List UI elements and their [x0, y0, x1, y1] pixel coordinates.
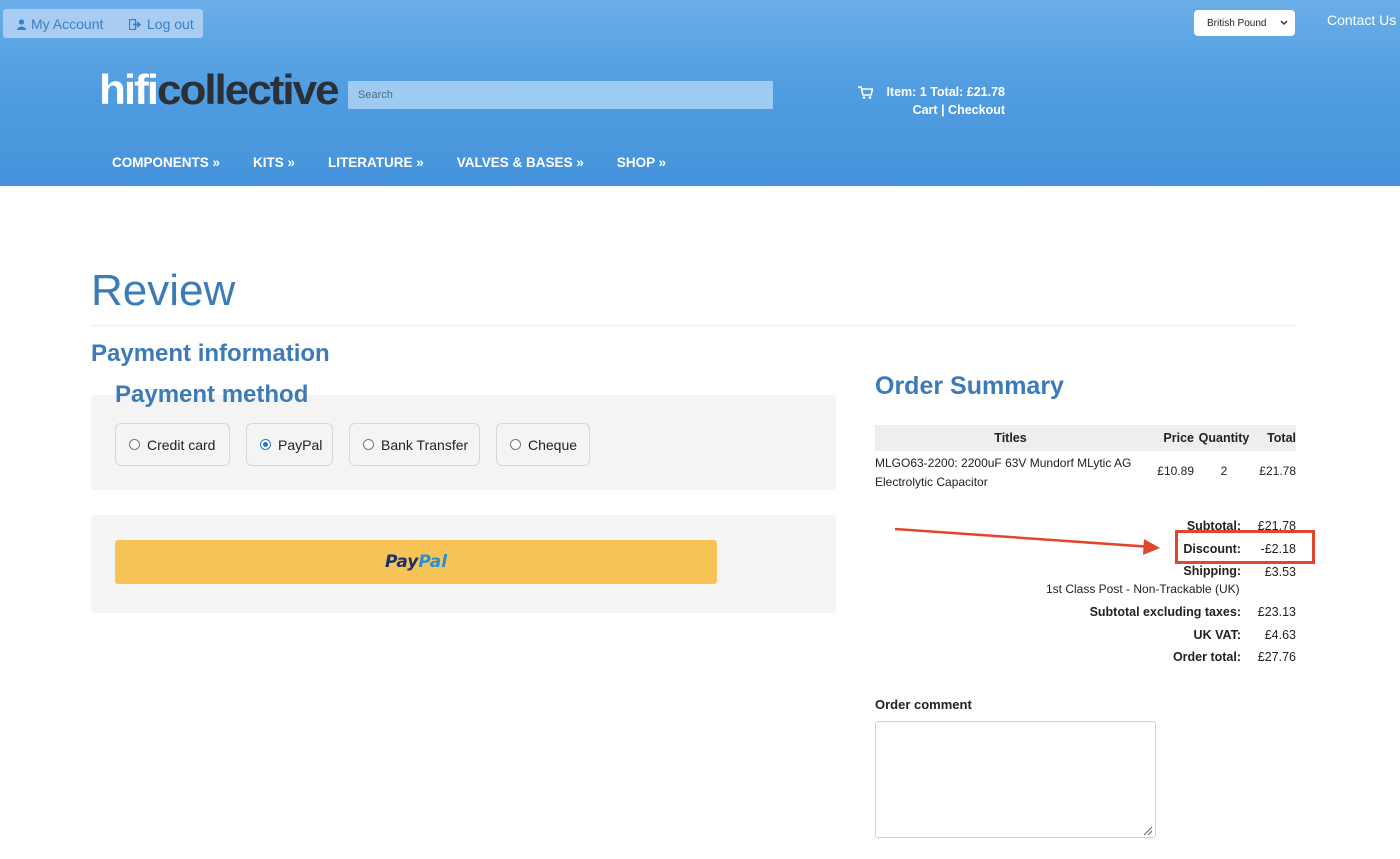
radio-credit-card[interactable] [129, 439, 140, 450]
paypal-logo-part1: Pay [384, 552, 419, 572]
payment-method-heading: Payment method [115, 381, 309, 408]
page-title: Review [91, 266, 236, 315]
logout-icon [129, 18, 142, 30]
cart-links: Cart | Checkout [858, 101, 1005, 119]
order-summary-heading: Order Summary [875, 372, 1064, 400]
site-logo[interactable]: hificollective [99, 67, 340, 114]
table-header-row: Titles Price Quantity Total [875, 425, 1296, 451]
order-total-row: Order total: £27.76 [1173, 650, 1296, 664]
main-nav: COMPONENTS » KITS » LITERATURE » VALVES … [112, 155, 699, 170]
subtotal-ex-tax-label: Subtotal excluding taxes: [1089, 605, 1241, 619]
radio-paypal[interactable] [260, 439, 271, 450]
option-bank-transfer[interactable]: Bank Transfer [349, 423, 480, 466]
site-header: My Account Log out British Pound Contact… [0, 0, 1400, 186]
item-total: £21.78 [1259, 464, 1296, 478]
subtotal-ex-tax-row: Subtotal excluding taxes: £23.13 [1090, 605, 1296, 619]
item-price: £10.89 [1157, 464, 1194, 478]
item-quantity: 2 [1220, 464, 1228, 478]
option-label: Cheque [528, 436, 578, 453]
checkout-link[interactable]: Checkout [948, 103, 1005, 117]
payment-info-heading: Payment information [91, 340, 330, 367]
user-icon [17, 18, 26, 30]
paypal-button[interactable]: Pay Pal [115, 540, 717, 584]
option-label: Credit card [147, 436, 216, 453]
vat-value: £4.63 [1264, 628, 1296, 642]
my-account-label: My Account [31, 16, 104, 32]
shipping-method: 1st Class Post - Non-Trackable (UK) [1046, 582, 1240, 596]
discount-highlight-box [1175, 530, 1315, 564]
option-label: Bank Transfer [381, 436, 469, 453]
cart-total-text: Item: 1 Total: £21.78 [886, 85, 1005, 99]
radio-cheque[interactable] [510, 439, 521, 450]
shipping-row: Shipping: £3.53 [1183, 564, 1296, 579]
my-account-link[interactable]: My Account [17, 16, 103, 32]
option-label: PayPal [278, 436, 323, 453]
nav-valves-bases[interactable]: VALVES & BASES » [457, 155, 584, 170]
nav-kits[interactable]: KITS » [253, 155, 295, 170]
order-comment-field[interactable] [875, 721, 1156, 838]
currency-select[interactable]: British Pound [1194, 10, 1295, 36]
log-out-link[interactable]: Log out [129, 16, 194, 32]
logo-part1: hifi [99, 67, 159, 114]
chevron-down-icon [1280, 20, 1288, 25]
col-total: Total [1254, 425, 1296, 451]
subtotal-ex-tax-value: £23.13 [1257, 605, 1296, 619]
table-row: MLGO63-2200: 2200uF 63V Mundorf MLytic A… [875, 451, 1296, 492]
contact-us-link[interactable]: Contact Us [1327, 12, 1396, 28]
resize-grip-icon[interactable] [1141, 824, 1153, 836]
annotation-arrow-icon [894, 527, 1160, 555]
order-summary-table: Titles Price Quantity Total MLGO63-2200:… [875, 425, 1296, 492]
log-out-label: Log out [147, 16, 194, 32]
item-title: MLGO63-2200: 2200uF 63V Mundorf MLytic A… [875, 456, 1132, 489]
radio-bank-transfer[interactable] [363, 439, 374, 450]
title-divider [91, 325, 1296, 326]
option-credit-card[interactable]: Credit card [115, 423, 230, 466]
option-paypal[interactable]: PayPal [246, 423, 333, 466]
cart-link[interactable]: Cart [913, 103, 938, 117]
currency-value: British Pound [1207, 17, 1267, 29]
cart-separator: | [937, 103, 949, 117]
logo-part2: collective [156, 67, 340, 114]
col-quantity: Quantity [1194, 425, 1254, 451]
nav-literature[interactable]: LITERATURE » [328, 155, 424, 170]
nav-shop[interactable]: SHOP » [617, 155, 666, 170]
search-input[interactable] [348, 81, 773, 109]
shipping-label: Shipping: [1183, 564, 1241, 578]
nav-components[interactable]: COMPONENTS » [112, 155, 220, 170]
cart-summary: Item: 1 Total: £21.78 Cart | Checkout [858, 83, 1005, 119]
vat-row: UK VAT: £4.63 [1194, 628, 1296, 642]
col-titles: Titles [875, 425, 1146, 451]
option-cheque[interactable]: Cheque [496, 423, 590, 466]
order-total-value: £27.76 [1257, 650, 1296, 664]
shipping-value: £3.53 [1264, 565, 1296, 579]
account-bar: My Account Log out [3, 9, 203, 38]
vat-label: UK VAT: [1193, 628, 1241, 642]
paypal-logo-part2: Pal [418, 552, 448, 572]
order-comment-label: Order comment [875, 697, 972, 712]
col-price: Price [1146, 425, 1194, 451]
order-total-label: Order total: [1172, 650, 1241, 664]
